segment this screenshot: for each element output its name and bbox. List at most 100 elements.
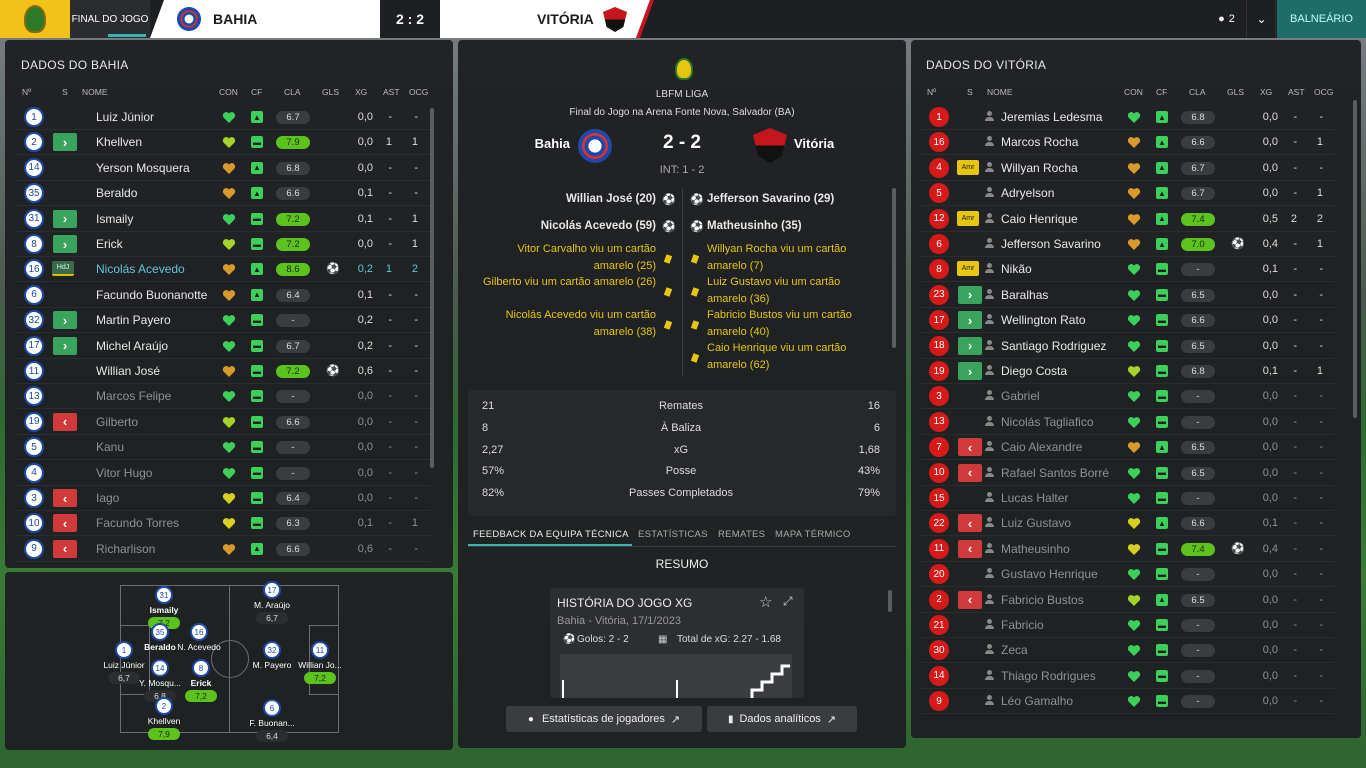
player-name[interactable]: Santiago Rodriguez: [1001, 339, 1106, 353]
home-team-name[interactable]: BAHIA: [213, 11, 257, 27]
pitch-player-marker[interactable]: 17: [263, 581, 281, 599]
pitch-player-marker[interactable]: 1: [115, 641, 133, 659]
column-header-name[interactable]: NOME: [987, 87, 1013, 97]
player-name[interactable]: Diego Costa: [1001, 364, 1067, 378]
people-button[interactable]: ● 2: [1207, 0, 1247, 38]
player-stats-button[interactable]: ● Estatísticas de jogadores ↗: [506, 706, 702, 732]
player-name[interactable]: Willian José: [96, 364, 160, 378]
column-header-gls[interactable]: GLS: [1227, 87, 1244, 97]
tab-2[interactable]: REMATES: [718, 529, 765, 540]
rating-pill: 7.0: [1181, 238, 1215, 251]
player-name[interactable]: Nikão: [1001, 262, 1032, 276]
player-name[interactable]: Marcos Felipe: [96, 389, 171, 403]
player-name[interactable]: Adryelson: [1001, 186, 1054, 200]
column-header-ocg[interactable]: OCG: [409, 87, 428, 97]
player-name[interactable]: Luiz Gustavo: [1001, 516, 1071, 530]
chances-value: -: [414, 187, 418, 200]
column-header-ast[interactable]: AST: [383, 87, 400, 97]
player-name[interactable]: Kanu: [96, 440, 124, 454]
player-name[interactable]: Yerson Mosquera: [96, 161, 190, 175]
player-name[interactable]: Zeca: [1001, 643, 1028, 657]
chevron-down-icon[interactable]: ⌄: [1248, 0, 1276, 38]
player-name[interactable]: Gustavo Henrique: [1001, 567, 1098, 581]
player-name[interactable]: Matheusinho: [1001, 542, 1070, 556]
player-name[interactable]: Facundo Torres: [96, 516, 179, 530]
tab-3[interactable]: MAPA TÉRMICO: [775, 529, 851, 540]
player-name[interactable]: Willyan Rocha: [1001, 161, 1078, 175]
away-scrollbar[interactable]: [1353, 100, 1357, 418]
column-header-con[interactable]: CON: [219, 87, 238, 97]
player-name[interactable]: Wellington Rato: [1001, 313, 1086, 327]
shirt-number: 19: [929, 361, 949, 381]
player-name[interactable]: Rafael Santos Borré: [1001, 466, 1109, 480]
pitch-player-marker[interactable]: 2: [155, 697, 173, 715]
player-name[interactable]: Lucas Halter: [1001, 491, 1068, 505]
chances-value: -: [1319, 466, 1323, 479]
player-name[interactable]: Luiz Júnior: [96, 110, 154, 124]
player-name[interactable]: Baralhas: [1001, 288, 1048, 302]
player-name[interactable]: Khellven: [96, 135, 142, 149]
player-name[interactable]: Jeremias Ledesma: [1001, 110, 1102, 124]
center-home-name[interactable]: Bahia: [498, 136, 570, 151]
pitch-player-marker[interactable]: 11: [311, 641, 329, 659]
pitch-player-marker[interactable]: 16: [190, 623, 208, 641]
star-icon[interactable]: ☆: [759, 593, 772, 611]
pitch-player-marker[interactable]: 6: [263, 699, 281, 717]
column-header-name[interactable]: NOME: [82, 87, 108, 97]
pitch-player-marker[interactable]: 35: [151, 623, 169, 641]
column-header-cla[interactable]: CLA: [1189, 87, 1206, 97]
home-scrollbar[interactable]: [430, 108, 434, 468]
player-name[interactable]: Iago: [96, 491, 119, 505]
column-header-ocg[interactable]: OCG: [1314, 87, 1333, 97]
column-header-xg[interactable]: XG: [1260, 87, 1272, 97]
player-name[interactable]: Nicolás Acevedo: [96, 262, 185, 276]
column-header-cf[interactable]: CF: [251, 87, 262, 97]
expand-icon[interactable]: ⤢: [783, 594, 793, 609]
analytics-button[interactable]: ▮ Dados analíticos ↗: [707, 706, 857, 732]
player-name[interactable]: Beraldo: [96, 186, 137, 200]
player-name[interactable]: Martin Payero: [96, 313, 171, 327]
player-name[interactable]: Gabriel: [1001, 389, 1040, 403]
player-name[interactable]: Léo Gamalho: [1001, 694, 1073, 708]
player-name[interactable]: Jefferson Savarino: [1001, 237, 1101, 251]
player-name[interactable]: Facundo Buonanotte: [96, 288, 207, 302]
player-name[interactable]: Gilberto: [96, 415, 138, 429]
column-header-n[interactable]: Nº: [927, 87, 936, 97]
column-header-ast[interactable]: AST: [1288, 87, 1305, 97]
pitch-player-marker[interactable]: 14: [151, 659, 169, 677]
player-name[interactable]: Michel Araújo: [96, 339, 168, 353]
column-header-cf[interactable]: CF: [1156, 87, 1167, 97]
center-away-name[interactable]: Vitória: [794, 136, 834, 151]
player-name[interactable]: Erick: [96, 237, 123, 251]
rating-pill: 6.4: [276, 288, 310, 302]
pitch-player-marker[interactable]: 8: [192, 659, 210, 677]
player-name[interactable]: Marcos Rocha: [1001, 135, 1078, 149]
tab-0[interactable]: FEEDBACK DA EQUIPA TÉCNICA: [473, 529, 629, 540]
column-header-con[interactable]: CON: [1124, 87, 1143, 97]
pitch-player-marker[interactable]: 31: [155, 586, 173, 604]
tab-1[interactable]: ESTATÍSTICAS: [638, 529, 708, 540]
events-scrollbar[interactable]: [892, 188, 896, 348]
column-header-gls[interactable]: GLS: [322, 87, 339, 97]
column-header-n[interactable]: Nº: [22, 87, 31, 97]
xg-story-card[interactable]: HISTÓRIA DO JOGO XG ☆ ⤢ Bahia - Vitória,…: [550, 588, 804, 698]
column-header-s[interactable]: S: [967, 87, 973, 97]
player-name[interactable]: Ismaily: [96, 212, 133, 226]
player-name[interactable]: Thiago Rodrigues: [1001, 669, 1096, 683]
balneario-button[interactable]: BALNEÁRIO: [1277, 0, 1366, 38]
away-team-name[interactable]: VITÓRIA: [537, 11, 594, 27]
player-name[interactable]: Nicolás Tagliafico: [1001, 415, 1094, 429]
pitch-player-marker[interactable]: 32: [263, 641, 281, 659]
summary-scrollbar[interactable]: [888, 590, 892, 612]
player-name[interactable]: Vitor Hugo: [96, 466, 152, 480]
column-header-cla[interactable]: CLA: [284, 87, 301, 97]
column-header-xg[interactable]: XG: [355, 87, 367, 97]
player-name[interactable]: Fabricio Bustos: [1001, 593, 1084, 607]
league-logo[interactable]: [0, 0, 70, 38]
player-name[interactable]: Richarlison: [96, 542, 155, 556]
player-name[interactable]: Fabricio: [1001, 618, 1044, 632]
stat-row: À Baliza 8 6: [482, 420, 880, 441]
player-name[interactable]: Caio Alexandre: [1001, 440, 1082, 454]
player-name[interactable]: Caio Henrique: [1001, 212, 1078, 226]
column-header-s[interactable]: S: [62, 87, 68, 97]
